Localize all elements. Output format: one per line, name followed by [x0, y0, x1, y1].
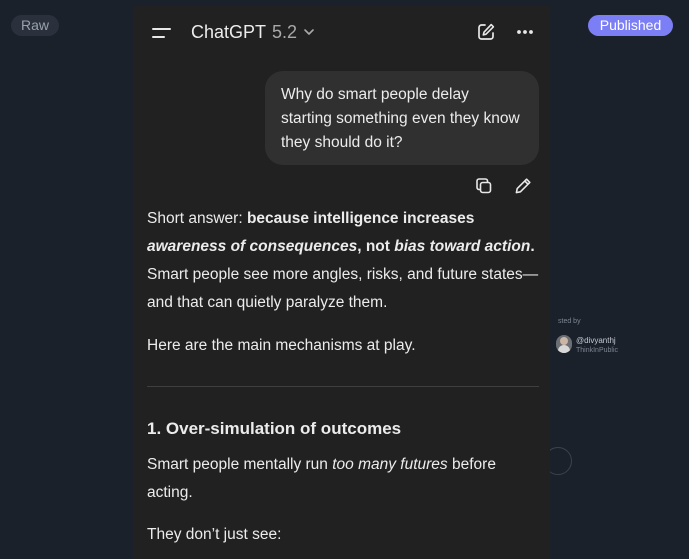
- model-version: 5.2: [272, 21, 298, 42]
- author-subtitle: ThinkInPublic: [576, 347, 619, 354]
- assistant-answer: Short answer: because intelligence incre…: [147, 205, 542, 317]
- new-chat-icon[interactable]: [476, 22, 496, 42]
- published-badge[interactable]: Published: [588, 15, 673, 36]
- model-name: ChatGPT: [191, 21, 267, 42]
- section-continuation: They don’t just see:: [147, 526, 282, 543]
- user-message-bubble: Why do smart people delay starting somet…: [265, 71, 539, 165]
- mechanisms-intro: Here are the main mechanisms at play.: [147, 337, 416, 354]
- author-info[interactable]: @divyanthj ThinkInPublic: [556, 334, 636, 356]
- raw-badge[interactable]: Raw: [11, 15, 60, 36]
- answer-line2: Smart people see more angles, risks, and…: [147, 266, 539, 311]
- more-icon[interactable]: [514, 22, 536, 42]
- avatar: [556, 335, 572, 353]
- posted-by-label: sted by: [558, 318, 581, 325]
- model-selector[interactable]: ChatGPT 5.2: [191, 20, 315, 44]
- section-body: Smart people mentally run too many futur…: [147, 456, 496, 501]
- chat-header: ChatGPT 5.2: [133, 6, 550, 58]
- short-answer: Short answer: because intelligence incre…: [147, 210, 535, 255]
- page: Raw Published sted by @divyanthj ThinkIn…: [0, 0, 689, 559]
- author-handle: @divyanthj: [576, 336, 616, 345]
- divider: [147, 386, 539, 387]
- copy-icon[interactable]: [474, 176, 494, 196]
- edit-icon[interactable]: [513, 176, 533, 196]
- chevron-down-icon: [304, 29, 314, 35]
- section-heading: 1. Over-simulation of outcomes: [147, 419, 402, 438]
- menu-icon[interactable]: [152, 25, 174, 41]
- chat-panel: ChatGPT 5.2 Why do smart people delay st…: [133, 6, 550, 559]
